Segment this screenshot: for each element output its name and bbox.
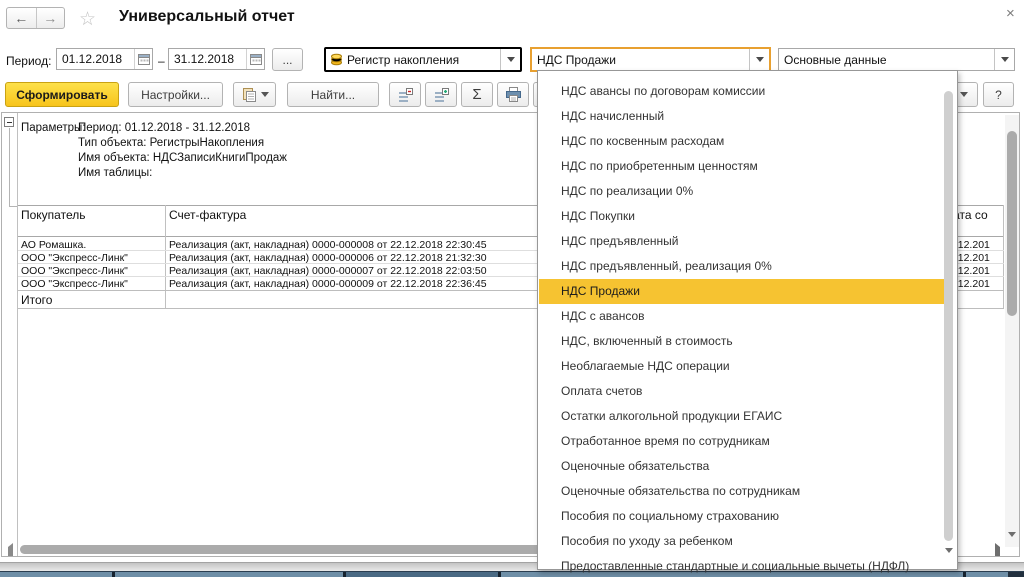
dropdown-item[interactable]: Предоставленные стандартные и социальные…: [539, 554, 944, 577]
dropdown-item[interactable]: НДС Покупки: [539, 204, 944, 229]
app-window: ← → ☆ Универсальный отчет × Период: 01.1…: [0, 0, 1024, 577]
back-button[interactable]: ←: [7, 8, 36, 28]
report-variant-button[interactable]: [233, 82, 276, 107]
dropdown-item[interactable]: НДС по косвенным расходам: [539, 129, 944, 154]
cell-buyer: ООО "Экспресс-Линк": [21, 278, 128, 290]
param-line: Период: 01.12.2018 - 31.12.2018: [78, 122, 250, 134]
dropdown-item[interactable]: НДС начисленный: [539, 104, 944, 129]
page-title: Универсальный отчет: [119, 8, 295, 26]
dropdown-scrollbar-thumb[interactable]: [944, 91, 953, 541]
date-from-field[interactable]: 01.12.2018: [56, 48, 153, 70]
collapse-groups-icon: [397, 87, 413, 103]
period-more-button[interactable]: ...: [272, 48, 303, 71]
sum-button[interactable]: Σ: [461, 82, 493, 107]
dropdown-item[interactable]: НДС по реализации 0%: [539, 179, 944, 204]
chevron-down-icon[interactable]: [994, 49, 1014, 70]
generate-label: Сформировать: [16, 88, 107, 102]
dropdown-item[interactable]: НДС предъявленный: [539, 229, 944, 254]
period-label: Период:: [6, 54, 51, 68]
date-from-value[interactable]: 01.12.2018: [57, 49, 134, 69]
collapse-group-toggle[interactable]: [4, 117, 14, 127]
dropdown-item[interactable]: НДС по приобретенным ценностям: [539, 154, 944, 179]
params-label: Параметры:: [21, 122, 86, 134]
history-nav-group: ← →: [6, 7, 65, 29]
object-name-value[interactable]: НДС Продажи: [532, 49, 749, 70]
generate-button[interactable]: Сформировать: [5, 82, 119, 107]
scroll-down-icon[interactable]: [1008, 537, 1016, 555]
find-label: Найти...: [311, 88, 355, 102]
cell-invoice: Реализация (акт, накладная) 0000-000009 …: [169, 278, 487, 290]
dropdown-item[interactable]: Пособия по уходу за ребенком: [539, 529, 944, 554]
dropdown-item[interactable]: Пособия по социальному страхованию: [539, 504, 944, 529]
calendar-icon[interactable]: [246, 49, 264, 69]
report-variant-icon: [241, 87, 257, 103]
dropdown-item[interactable]: НДС с авансов: [539, 304, 944, 329]
dropdown-item[interactable]: Оплата счетов: [539, 379, 944, 404]
object-name-dropdown: НДС авансы по договорам комиссии НДС нач…: [537, 70, 958, 570]
group-bracket-line: [9, 128, 10, 207]
find-button[interactable]: Найти...: [287, 82, 379, 107]
table-name-combo[interactable]: Основные данные: [778, 48, 1015, 71]
dropdown-item[interactable]: Необлагаемые НДС операции: [539, 354, 944, 379]
vertical-scrollbar-thumb[interactable]: [1007, 131, 1017, 316]
dropdown-item[interactable]: НДС, включенный в стоимость: [539, 329, 944, 354]
object-name-combo[interactable]: НДС Продажи: [530, 47, 771, 72]
column-divider: [1003, 205, 1004, 308]
settings-button[interactable]: Настройки...: [128, 82, 223, 107]
chevron-down-icon[interactable]: [749, 49, 769, 70]
collapse-groups-button[interactable]: [389, 82, 421, 107]
forward-button[interactable]: →: [36, 8, 65, 28]
chevron-down-icon[interactable]: [500, 49, 520, 70]
column-header-buyer: Покупатель: [21, 208, 85, 222]
scroll-down-icon[interactable]: [945, 553, 953, 571]
dropdown-item[interactable]: НДС авансы по договорам комиссии: [539, 79, 944, 104]
forward-arrow-icon: →: [43, 10, 57, 26]
dropdown-item[interactable]: Оценочные обязательства: [539, 454, 944, 479]
register-coins-icon: [326, 49, 346, 70]
dropdown-item[interactable]: Оценочные обязательства по сотрудникам: [539, 479, 944, 504]
dropdown-item[interactable]: НДС предъявленный, реализация 0%: [539, 254, 944, 279]
param-line: Имя таблицы:: [78, 167, 152, 179]
date-to-field[interactable]: 31.12.2018: [168, 48, 265, 70]
date-to-value[interactable]: 31.12.2018: [169, 49, 246, 69]
expand-groups-icon: [433, 87, 449, 103]
column-divider: [165, 205, 166, 308]
print-button[interactable]: [497, 82, 529, 107]
date-range-dash: –: [158, 54, 165, 68]
object-type-combo[interactable]: Регистр накопления: [324, 47, 522, 72]
scroll-right-icon[interactable]: [995, 547, 1000, 557]
help-label: ?: [995, 88, 1002, 102]
param-line: Имя объекта: НДСЗаписиКнигиПродаж: [78, 152, 287, 164]
dropdown-item-selected[interactable]: НДС Продажи: [539, 279, 944, 304]
ellipsis-label: ...: [282, 53, 292, 67]
printer-icon: [505, 87, 522, 102]
chevron-down-icon: [960, 92, 968, 97]
column-header-invoice: Счет-фактура: [169, 208, 246, 222]
object-type-value[interactable]: Регистр накопления: [346, 49, 500, 70]
help-button[interactable]: ?: [983, 82, 1014, 107]
calendar-icon[interactable]: [134, 49, 152, 69]
chevron-down-icon: [261, 92, 269, 97]
group-margin-divider: [17, 113, 18, 556]
table-name-value[interactable]: Основные данные: [779, 49, 994, 70]
dropdown-item[interactable]: Остатки алкогольной продукции ЕГАИС: [539, 404, 944, 429]
param-line: Тип объекта: РегистрыНакопления: [78, 137, 264, 149]
dropdown-item[interactable]: Отработанное время по сотрудникам: [539, 429, 944, 454]
total-row-label: Итого: [21, 293, 52, 307]
group-bracket-tick: [9, 206, 17, 207]
back-arrow-icon: ←: [14, 10, 28, 26]
close-icon[interactable]: ×: [1006, 5, 1015, 22]
scroll-left-icon[interactable]: [8, 547, 13, 557]
sigma-icon: Σ: [472, 86, 481, 103]
settings-label: Настройки...: [141, 88, 210, 102]
favorite-star-icon[interactable]: ☆: [79, 8, 96, 31]
expand-groups-button[interactable]: [425, 82, 457, 107]
